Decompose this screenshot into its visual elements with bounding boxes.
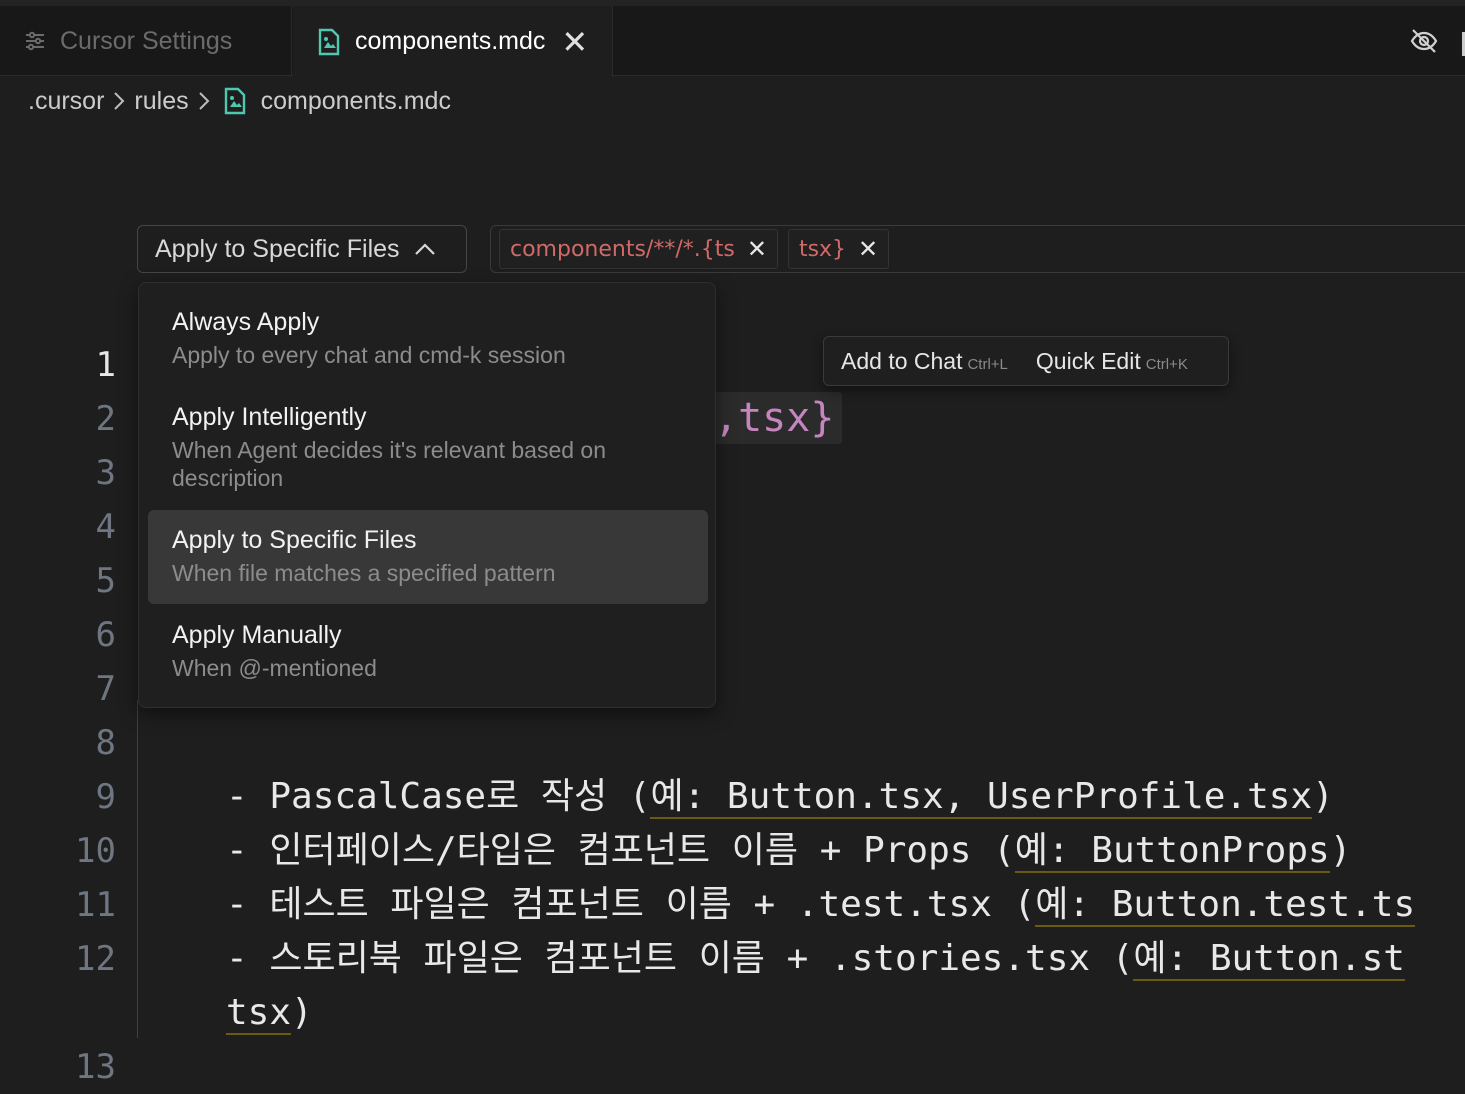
line-number: 13 (75, 1047, 116, 1087)
code-text: ) (291, 992, 313, 1033)
line-number: 1 (95, 345, 116, 385)
mdc-file-icon (317, 28, 341, 56)
globs-input[interactable]: components/**/*.{ts ✕ tsx} ✕ (490, 225, 1465, 273)
chevron-up-icon (414, 242, 436, 256)
glob-chip-label: components/**/*.{ts (510, 236, 735, 262)
option-always-apply[interactable]: Always Apply Apply to every chat and cmd… (148, 307, 708, 397)
line-number: 9 (95, 777, 116, 817)
mdc-file-icon (223, 87, 247, 115)
line-number: 2 (95, 399, 116, 439)
add-to-chat-button[interactable]: Add to Chat Ctrl+L (841, 348, 1008, 375)
breadcrumb: .cursor rules components.mdc (28, 84, 451, 118)
code-text: ) (1329, 830, 1352, 871)
code-link[interactable]: 예: ButtonProps (1014, 830, 1330, 873)
option-apply-manually[interactable]: Apply Manually When @-mentioned (148, 620, 708, 698)
tab-components-mdc[interactable]: components.mdc ✕ (293, 6, 613, 77)
shortcut-hint: Ctrl+K (1145, 355, 1188, 373)
option-title: Apply Intelligently (172, 403, 367, 431)
chevron-right-icon (197, 90, 211, 112)
line-number: 12 (75, 939, 116, 979)
tab-cursor-settings[interactable]: Cursor Settings (0, 6, 292, 76)
line-number: 10 (75, 831, 116, 871)
line-number: 11 (75, 885, 116, 925)
rule-type-dropdown: Always Apply Apply to every chat and cmd… (138, 282, 716, 708)
code-line: tsx) (226, 986, 313, 1040)
code-line: - 스토리북 파일은 컴포넌트 이름 + .stories.tsx (예: Bu… (226, 932, 1405, 986)
tab-label: components.mdc (355, 27, 546, 55)
line-number: 7 (95, 669, 116, 709)
code-link[interactable]: tsx (226, 992, 292, 1035)
code-link[interactable]: 예: Button.st (1133, 938, 1405, 981)
button-label: Quick Edit (1035, 347, 1141, 374)
option-description: Apply to every chat and cmd-k session (172, 342, 566, 368)
line-number: 3 (95, 453, 116, 493)
chevron-right-icon (112, 90, 126, 112)
option-apply-intelligently[interactable]: Apply Intelligently When Agent decides i… (148, 402, 708, 506)
code-line: - PascalCase로 작성 (예: Button.tsx, UserPro… (226, 770, 1334, 824)
button-label: Add to Chat (841, 347, 963, 374)
close-icon[interactable]: ✕ (561, 26, 588, 58)
code-link[interactable]: 예: Button.test.ts (1035, 884, 1416, 927)
indent-guide (137, 700, 138, 1038)
glob-chip: tsx} ✕ (787, 229, 890, 269)
line-number: 5 (95, 561, 116, 601)
glob-chip: components/**/*.{ts ✕ (499, 229, 778, 269)
code-text: - 스토리북 파일은 컴포넌트 이름 + .stories.tsx ( (226, 938, 1134, 979)
option-title: Always Apply (172, 308, 320, 336)
eye-off-icon[interactable] (1409, 26, 1439, 61)
code-text: ) (1312, 776, 1334, 817)
remove-glob-icon[interactable]: ✕ (858, 235, 878, 263)
glob-chip-label: tsx} (798, 236, 847, 262)
tab-bar: Cursor Settings components.mdc ✕ (0, 0, 1465, 77)
code-line: - 인터페이스/타입은 컴포넌트 이름 + Props (예: ButtonPr… (226, 824, 1351, 878)
code-text: - 테스트 파일은 컴포넌트 이름 + .test.tsx ( (226, 884, 1036, 925)
rule-type-selected-label: Apply to Specific Files (155, 234, 400, 263)
rule-type-select[interactable]: Apply to Specific Files (137, 225, 467, 273)
option-description: When @-mentioned (172, 655, 377, 681)
line-number: 6 (95, 615, 116, 655)
shortcut-hint: Ctrl+L (967, 355, 1008, 373)
selection-toolbar: Add to Chat Ctrl+L Quick Edit Ctrl+K (823, 336, 1229, 386)
option-title: Apply to Specific Files (172, 526, 417, 554)
remove-glob-icon[interactable]: ✕ (747, 235, 767, 263)
code-text: - PascalCase로 작성 ( (226, 776, 651, 817)
option-title: Apply Manually (172, 621, 342, 649)
code-line: - 테스트 파일은 컴포넌트 이름 + .test.tsx (예: Button… (226, 878, 1416, 932)
line-number: 4 (95, 507, 116, 547)
code-glob-fragment: ,tsx} (712, 392, 842, 444)
option-apply-to-specific-files[interactable]: Apply to Specific Files When file matche… (148, 510, 708, 604)
tab-label: Cursor Settings (60, 26, 233, 55)
breadcrumb-item[interactable]: .cursor (28, 87, 104, 116)
breadcrumb-item[interactable]: rules (134, 87, 188, 116)
quick-edit-button[interactable]: Quick Edit Ctrl+K (1036, 348, 1188, 375)
sliders-icon (24, 30, 46, 52)
breadcrumb-item[interactable]: components.mdc (261, 87, 451, 116)
code-text: - 인터페이스/타입은 컴포넌트 이름 + Props ( (226, 830, 1015, 871)
line-number: 8 (95, 723, 116, 763)
option-description: When file matches a specified pattern (172, 560, 556, 586)
code-link[interactable]: 예: Button.tsx, UserProfile.tsx (650, 776, 1313, 819)
option-description: When Agent decides it's relevant based o… (172, 437, 607, 491)
